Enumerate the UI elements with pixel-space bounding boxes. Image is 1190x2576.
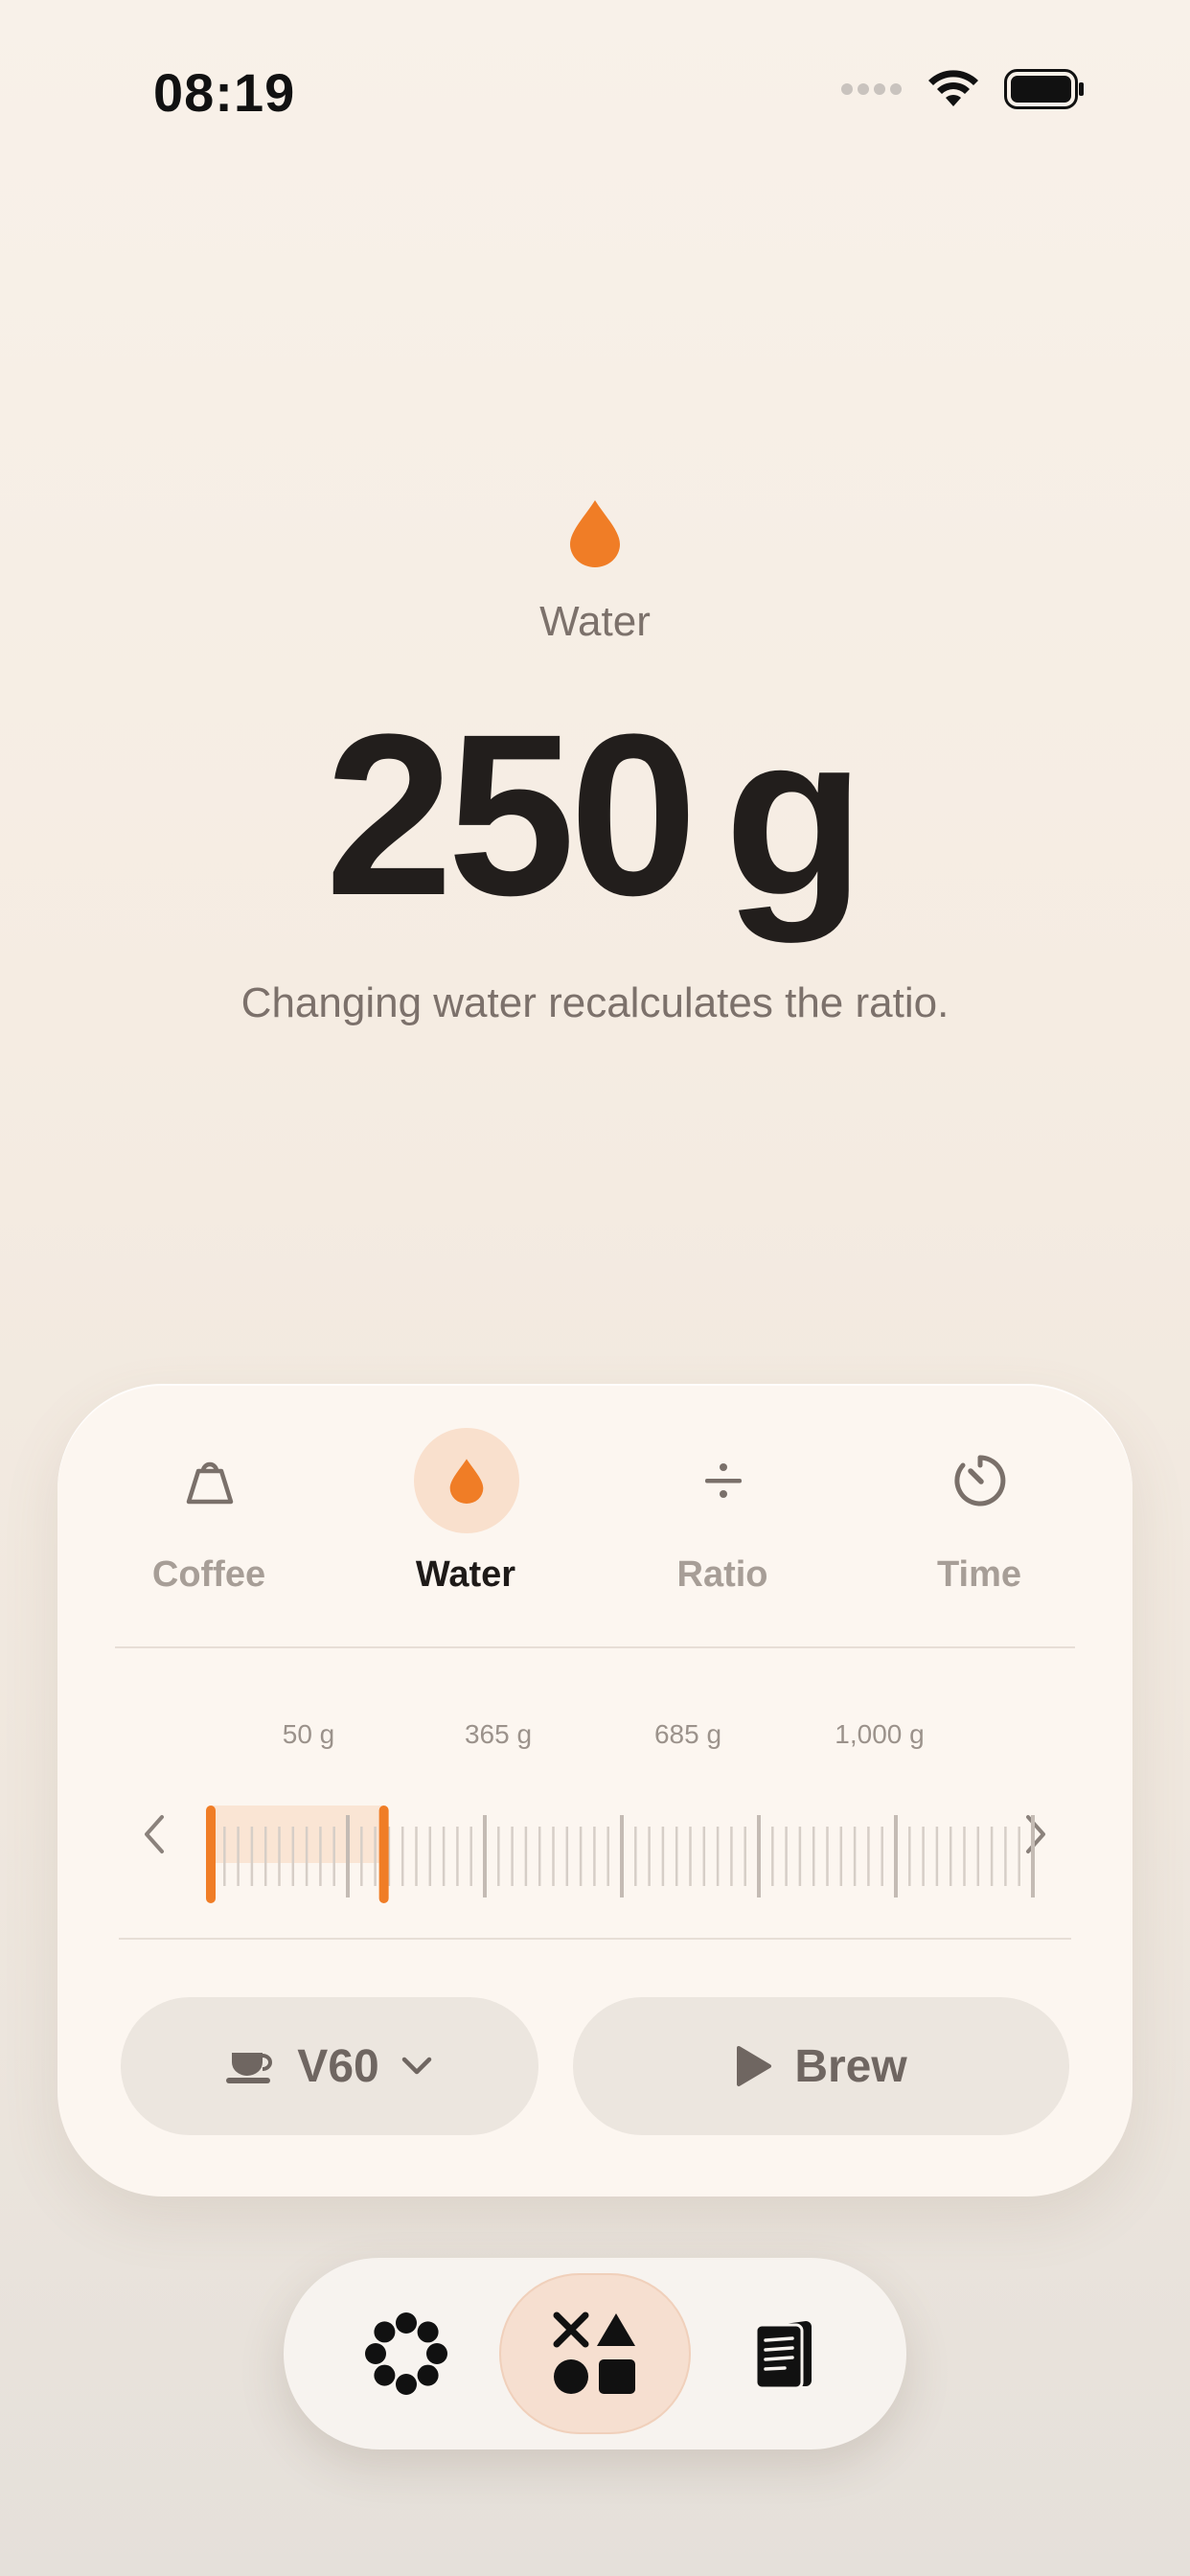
ruler-prev-button[interactable]	[125, 1796, 182, 1873]
cellular-dots-icon	[841, 83, 902, 95]
tab-label: Coffee	[151, 1554, 266, 1595]
divide-icon	[705, 1463, 742, 1498]
chevron-left-icon	[145, 1815, 164, 1853]
tab-time[interactable]: Time	[864, 1428, 1094, 1620]
ruler-label-50: 50 g	[282, 1719, 335, 1749]
status-time: 08:19	[153, 62, 296, 123]
hero-value: 250 g	[0, 700, 1190, 930]
ruler-label-1000: 1,000 g	[835, 1719, 925, 1749]
flower-icon	[365, 2312, 447, 2395]
play-icon	[737, 2046, 772, 2086]
control-card: Coffee Water Ratio Time 50 g 365 g 685 g…	[57, 1384, 1133, 2196]
shapes-icon	[553, 2312, 635, 2394]
wifi-icon	[928, 70, 978, 106]
battery-icon	[1004, 69, 1084, 109]
ruler-label-685: 685 g	[653, 1719, 722, 1749]
status-icons	[841, 69, 1085, 109]
brew-method-label: V60	[297, 2040, 379, 2092]
divider	[119, 1938, 1071, 1940]
brew-button-label: Brew	[794, 2040, 907, 2092]
cup-icon	[226, 2053, 273, 2083]
tab-water[interactable]: Water	[351, 1428, 581, 1620]
tab-label: Time	[936, 1554, 1021, 1595]
notes-icon	[754, 2321, 812, 2390]
tab-label: Water	[415, 1554, 516, 1595]
nav-item-brews[interactable]	[310, 2273, 502, 2434]
brew-method-dropdown[interactable]: V60	[121, 1997, 538, 2135]
hero-number: 250	[325, 686, 697, 943]
water-drop-icon	[570, 500, 620, 567]
tab-ratio[interactable]: Ratio	[607, 1428, 837, 1620]
ruler-selected-range	[211, 1806, 384, 1863]
bottom-nav	[284, 2258, 906, 2450]
ruler-current-handle[interactable]	[378, 1806, 389, 1903]
tab-label: Ratio	[676, 1554, 768, 1595]
parameter-tabs: Coffee Water Ratio Time	[57, 1384, 1133, 1643]
hero-unit: g	[723, 686, 865, 943]
hero-hint: Changing water recalculates the ratio.	[240, 979, 950, 1026]
ruler-label-365: 365 g	[464, 1719, 533, 1749]
water-drop-icon	[449, 1459, 484, 1504]
tab-coffee[interactable]: Coffee	[94, 1428, 324, 1620]
water-ruler-slider[interactable]	[201, 1767, 1044, 1911]
nav-item-calculator[interactable]	[499, 2273, 691, 2434]
chevron-down-icon	[401, 2057, 431, 2075]
ruler-ticks	[209, 1815, 1035, 1898]
timer-icon	[954, 1455, 1006, 1506]
hero-label: Water	[539, 598, 651, 645]
brew-button[interactable]: Brew	[573, 1997, 1069, 2135]
nav-item-notes[interactable]	[688, 2273, 880, 2434]
kettlebell-icon	[186, 1461, 234, 1505]
ruler-start-handle[interactable]	[206, 1806, 216, 1903]
divider	[115, 1646, 1075, 1648]
